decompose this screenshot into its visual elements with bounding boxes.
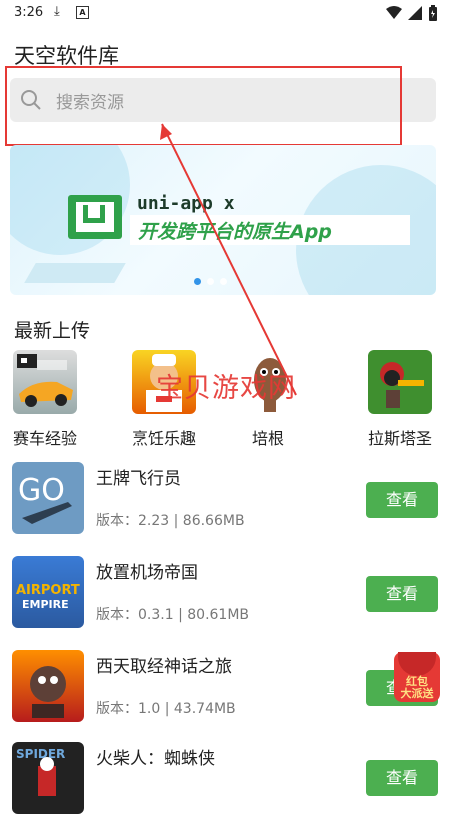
view-button[interactable]: 查看 — [366, 576, 438, 612]
list-item[interactable]: GO 王牌飞行员 版本：2.23 | 86.66MB 查看 — [0, 462, 450, 556]
pagination-dot[interactable] — [207, 278, 214, 285]
thumb-go-text: GO — [18, 473, 65, 508]
app-name: 西天取经神话之旅 — [96, 657, 232, 677]
banner-pagination[interactable] — [194, 278, 227, 285]
app-thumbnail: AIRPORT EMPIRE — [12, 556, 84, 628]
app-meta: 版本：2.23 | 86.66MB — [96, 513, 245, 529]
thumb-empire-text: EMPIRE — [22, 598, 69, 611]
recent-item[interactable]: 赛车经验 — [5, 350, 85, 449]
recent-item[interactable]: 拉斯塔圣 — [360, 350, 440, 449]
banner-decoration — [24, 263, 126, 283]
red-packet-text: 红包 大派送 — [400, 675, 434, 700]
search-bar[interactable]: 搜索资源 — [10, 78, 436, 122]
thumb-spider-text: SPIDER — [16, 747, 65, 761]
pagination-dot[interactable] — [220, 278, 227, 285]
list-item[interactable]: SPIDER 火柴人：蜘蛛侠 查看 — [0, 742, 450, 836]
banner-subtitle: 开发跨平台的原生App — [138, 221, 332, 243]
banner-subtitle-box: 开发跨平台的原生App — [130, 215, 410, 245]
search-input[interactable]: 搜索资源 — [56, 88, 124, 113]
app-name: 放置机场帝国 — [96, 563, 198, 583]
notification-a-icon: A — [76, 6, 89, 19]
recent-item-label: 赛车经验 — [12, 429, 77, 448]
search-icon — [21, 90, 41, 110]
list-item[interactable]: AIRPORT EMPIRE 放置机场帝国 版本：0.3.1 | 80.61MB … — [0, 556, 450, 650]
status-bar: 3:26 ⤓ A — [0, 0, 450, 26]
signal-icon — [408, 6, 422, 20]
battery-icon — [429, 5, 437, 21]
red-packet-badge[interactable]: 红包 大派送 — [394, 652, 440, 702]
page-title: 天空软件库 — [14, 44, 119, 68]
app-meta: 版本：1.0 | 43.74MB — [96, 701, 236, 717]
uniapp-logo-icon — [68, 195, 122, 239]
app-thumbnail: SPIDER — [12, 742, 84, 814]
status-time: 3:26 — [14, 5, 44, 20]
recent-item-label: 培根 — [251, 429, 284, 448]
recent-item-label: 拉斯塔圣 — [367, 429, 432, 448]
app-name: 火柴人：蜘蛛侠 — [96, 749, 215, 769]
thumb-airport-text: AIRPORT — [16, 583, 80, 598]
download-icon: ⤓ — [54, 4, 60, 19]
race-car-icon — [13, 350, 77, 414]
app-meta: 版本：0.3.1 | 80.61MB — [96, 607, 250, 623]
pagination-dot-active[interactable] — [194, 278, 201, 285]
list-item[interactable]: 西天取经神话之旅 版本：1.0 | 43.74MB 查看 — [0, 650, 450, 744]
view-button[interactable]: 查看 — [366, 482, 438, 518]
view-button[interactable]: 查看 — [366, 760, 438, 796]
app-thumbnail: GO — [12, 462, 84, 534]
site-watermark: 宝贝游戏网 — [156, 373, 296, 404]
banner-title: uni-app x — [137, 193, 235, 214]
app-name: 王牌飞行员 — [96, 469, 181, 489]
recent-item-label: 烹饪乐趣 — [131, 429, 196, 448]
red-packet-icon — [398, 652, 436, 676]
rasta-game-icon — [368, 350, 432, 414]
promo-banner[interactable]: uni-app x 开发跨平台的原生App — [10, 145, 436, 295]
app-thumbnail — [12, 650, 84, 722]
wifi-icon — [386, 6, 402, 19]
section-title-recent: 最新上传 — [14, 320, 91, 342]
